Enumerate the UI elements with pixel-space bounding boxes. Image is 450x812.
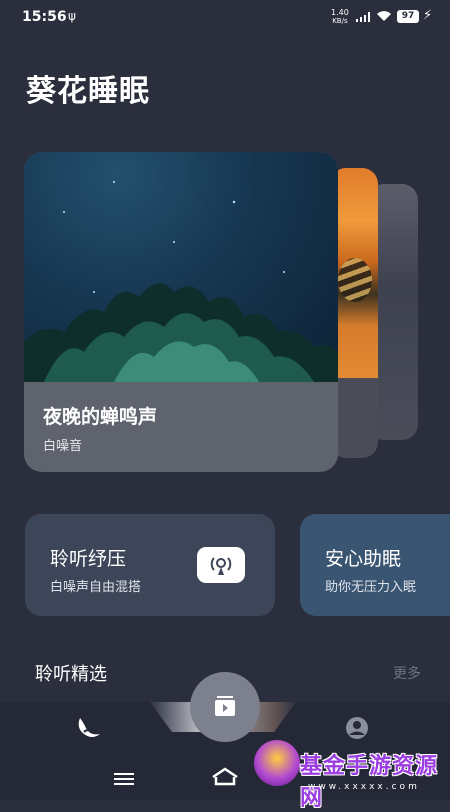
tile-title: 聆听纾压 bbox=[50, 548, 127, 570]
network-speed-value: 1.40 bbox=[331, 8, 349, 17]
featured-card-image bbox=[24, 152, 338, 382]
network-speed-unit: KB/s bbox=[332, 17, 348, 25]
watermark-logo bbox=[254, 740, 300, 786]
tile-title: 安心助眠 bbox=[325, 548, 402, 570]
menu-icon[interactable] bbox=[114, 771, 134, 787]
featured-card-title: 夜晚的蝉鸣声 bbox=[43, 406, 158, 428]
watermark-text: 基金手游资源网 bbox=[300, 754, 439, 811]
more-link[interactable]: 更多 bbox=[393, 663, 421, 683]
moon-icon[interactable] bbox=[74, 714, 104, 740]
featured-card-subtitle: 白噪音 bbox=[43, 439, 83, 454]
section-title: 聆听精选 bbox=[35, 664, 107, 685]
watermark-url: www.xxxxx.com bbox=[308, 782, 420, 792]
sleep-aid-tile[interactable]: 安心助眠 助你无压力入眠 bbox=[300, 514, 450, 616]
night-tree-illustration bbox=[24, 181, 338, 382]
bee-shape bbox=[338, 258, 372, 302]
tile-subtitle: 白噪声自由混搭 bbox=[50, 580, 142, 595]
battery-icon: 97 bbox=[397, 10, 419, 23]
play-library-button[interactable] bbox=[190, 672, 260, 742]
charging-icon: ⚡ bbox=[423, 8, 433, 23]
signal-icon bbox=[356, 12, 370, 22]
watermark: 基金手游资源网 www.xxxxx.com bbox=[254, 740, 450, 811]
page-title: 葵花睡眠 bbox=[26, 74, 150, 109]
home-icon[interactable] bbox=[210, 767, 240, 787]
wifi-icon bbox=[377, 11, 391, 21]
listen-relax-tile[interactable]: 聆听纾压 白噪声自由混搭 bbox=[25, 514, 275, 616]
play-library-icon bbox=[215, 696, 235, 716]
usb-icon: ψ bbox=[68, 9, 76, 23]
battery-level: 97 bbox=[401, 11, 415, 21]
status-bar: 15:56 ψ 1.40 KB/s 97 ⚡ bbox=[0, 0, 450, 34]
featured-card[interactable]: 夜晚的蝉鸣声 白噪音 bbox=[24, 152, 338, 472]
tile-subtitle: 助你无压力入眠 bbox=[325, 580, 417, 595]
status-time: 15:56 bbox=[22, 9, 67, 25]
radio-broadcast-icon bbox=[197, 547, 245, 583]
profile-icon[interactable] bbox=[345, 716, 369, 740]
network-speed: 1.40 KB/s bbox=[331, 8, 349, 26]
